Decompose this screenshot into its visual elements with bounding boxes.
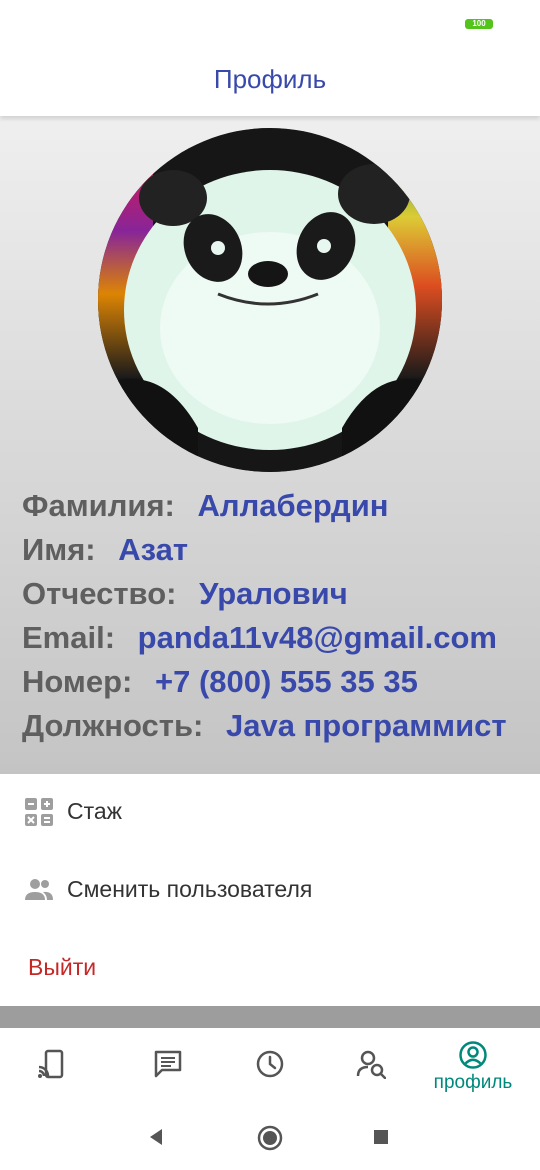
info-row-position: Должность: Java программист: [22, 704, 532, 748]
calculator-icon: [25, 798, 53, 826]
info-label: Фамилия:: [22, 488, 175, 523]
menu-label-experience: Стаж: [67, 798, 123, 824]
logout-label: Выйти: [28, 954, 97, 980]
info-label: Номер:: [22, 664, 133, 699]
nav-item-search-people[interactable]: [320, 1028, 420, 1104]
nav-item-profile[interactable]: профиль: [430, 1028, 530, 1104]
info-value: panda11v48@gmail.com: [137, 620, 497, 655]
menu-item-switch-user[interactable]: Сменить пользователя: [0, 860, 540, 920]
app-bar: Профиль: [0, 50, 540, 116]
back-triangle-icon[interactable]: [146, 1127, 166, 1147]
status-bar: 100: [0, 0, 540, 50]
person-search-icon: [356, 1050, 386, 1079]
cast-device-icon: [38, 1049, 64, 1079]
nav-item-messages[interactable]: [117, 1028, 217, 1104]
menu-item-experience[interactable]: Стаж: [0, 782, 540, 842]
info-value: Аллабердин: [197, 488, 389, 523]
info-value: +7 (800) 555 35 35: [154, 664, 418, 699]
nav-label-profile: профиль: [433, 1072, 513, 1093]
clock-icon: [256, 1050, 284, 1078]
nav-item-history[interactable]: [219, 1028, 319, 1104]
logout-button[interactable]: Выйти: [0, 938, 540, 998]
profile-menu: Стаж Сменить пользователя Выйти: [0, 774, 540, 1006]
menu-label-switch-user: Сменить пользователя: [67, 876, 313, 902]
system-navigation-bar: [0, 1104, 540, 1170]
info-label: Имя:: [22, 532, 96, 567]
message-icon: [154, 1050, 182, 1078]
info-row-last-name: Фамилия: Аллабердин: [22, 484, 532, 528]
info-row-phone: Номер: +7 (800) 555 35 35: [22, 660, 532, 704]
home-circle-icon[interactable]: [257, 1125, 283, 1151]
info-row-email: Email: panda11v48@gmail.com: [22, 616, 532, 660]
profile-info-list: Фамилия: Аллабердин Имя: Азат Отчество: …: [22, 484, 532, 748]
people-icon: [25, 879, 53, 900]
avatar: [98, 128, 442, 472]
info-value: Java программист: [225, 708, 507, 743]
info-label: Email:: [22, 620, 116, 655]
bottom-navigation: профиль: [0, 1028, 540, 1104]
info-value: Уралович: [199, 576, 348, 611]
info-row-first-name: Имя: Азат: [22, 528, 532, 572]
info-label: Должность:: [22, 708, 204, 743]
profile-header: Фамилия: Аллабердин Имя: Азат Отчество: …: [0, 116, 540, 774]
account-circle-icon: [459, 1041, 487, 1069]
info-row-patronymic: Отчество: Уралович: [22, 572, 532, 616]
battery-indicator: 100: [465, 19, 493, 29]
info-value: Азат: [118, 532, 189, 567]
section-divider: [0, 1006, 540, 1028]
panda-avatar-image: [98, 128, 442, 472]
page-title: Профиль: [213, 64, 327, 94]
info-label: Отчество:: [22, 576, 177, 611]
nav-item-cast[interactable]: [0, 1028, 100, 1104]
recent-apps-square-icon[interactable]: [373, 1129, 389, 1145]
